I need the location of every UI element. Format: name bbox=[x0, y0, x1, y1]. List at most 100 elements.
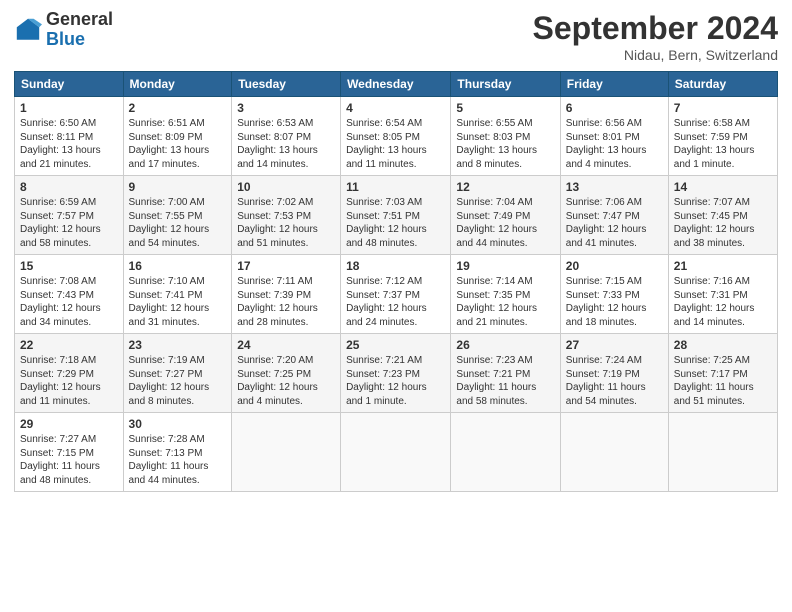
table-row bbox=[232, 413, 341, 492]
day-info: Sunrise: 7:25 AM Sunset: 7:17 PM Dayligh… bbox=[674, 354, 772, 408]
day-info: Sunrise: 7:10 AM Sunset: 7:41 PM Dayligh… bbox=[129, 275, 227, 329]
table-row: 4Sunrise: 6:54 AM Sunset: 8:05 PM Daylig… bbox=[341, 97, 451, 176]
table-row: 30 Sunrise: 7:28 AM Sunset: 7:13 PM Dayli… bbox=[123, 413, 232, 492]
table-row: 22 Sunrise: 7:18 AM Sunset: 7:29 PM Dayli… bbox=[15, 334, 124, 413]
table-row: 10 Sunrise: 7:02 AM Sunset: 7:53 PM Dayli… bbox=[232, 176, 341, 255]
day-number: 1 bbox=[20, 101, 118, 115]
day-info: Sunrise: 7:02 AM Sunset: 7:53 PM Dayligh… bbox=[237, 196, 335, 250]
day-number: 19 bbox=[456, 259, 554, 273]
table-row: 25Sunrise: 7:21 AM Sunset: 7:23 PM Dayli… bbox=[341, 334, 451, 413]
day-info: Sunrise: 7:11 AM Sunset: 7:39 PM Dayligh… bbox=[237, 275, 335, 329]
day-info: Sunrise: 6:56 AM Sunset: 8:01 PM Dayligh… bbox=[566, 117, 663, 171]
header: General Blue September 2024 Nidau, Bern,… bbox=[14, 10, 778, 63]
day-info: Sunrise: 7:20 AM Sunset: 7:25 PM Dayligh… bbox=[237, 354, 335, 408]
day-number: 11 bbox=[346, 180, 445, 194]
table-row: 21Sunrise: 7:16 AM Sunset: 7:31 PM Dayli… bbox=[668, 255, 777, 334]
day-number: 6 bbox=[566, 101, 663, 115]
day-number: 2 bbox=[129, 101, 227, 115]
day-number: 9 bbox=[129, 180, 227, 194]
table-row: 13 Sunrise: 7:06 AM Sunset: 7:47 PM Dayli… bbox=[560, 176, 668, 255]
table-row: 19 Sunrise: 7:14 AM Sunset: 7:35 PM Dayli… bbox=[451, 255, 560, 334]
day-number: 15 bbox=[20, 259, 118, 273]
day-info: Sunrise: 7:24 AM Sunset: 7:19 PM Dayligh… bbox=[566, 354, 663, 408]
logo-general-text: General bbox=[46, 10, 113, 30]
day-info: Sunrise: 7:21 AM Sunset: 7:23 PM Dayligh… bbox=[346, 354, 445, 408]
day-number: 8 bbox=[20, 180, 118, 194]
day-info: Sunrise: 7:28 AM Sunset: 7:13 PM Dayligh… bbox=[129, 433, 227, 487]
table-row bbox=[560, 413, 668, 492]
table-row: 6 Sunrise: 6:56 AM Sunset: 8:01 PM Daylig… bbox=[560, 97, 668, 176]
calendar-week-row: 1Sunrise: 6:50 AM Sunset: 8:11 PM Daylig… bbox=[15, 97, 778, 176]
day-info: Sunrise: 7:23 AM Sunset: 7:21 PM Dayligh… bbox=[456, 354, 554, 408]
day-info: Sunrise: 6:53 AM Sunset: 8:07 PM Dayligh… bbox=[237, 117, 335, 171]
day-number: 18 bbox=[346, 259, 445, 273]
table-row: 20Sunrise: 7:15 AM Sunset: 7:33 PM Dayli… bbox=[560, 255, 668, 334]
calendar-week-row: 22 Sunrise: 7:18 AM Sunset: 7:29 PM Dayli… bbox=[15, 334, 778, 413]
table-row: 23 Sunrise: 7:19 AM Sunset: 7:27 PM Dayli… bbox=[123, 334, 232, 413]
day-number: 13 bbox=[566, 180, 663, 194]
day-info: Sunrise: 6:58 AM Sunset: 7:59 PM Dayligh… bbox=[674, 117, 772, 171]
day-info: Sunrise: 7:18 AM Sunset: 7:29 PM Dayligh… bbox=[20, 354, 118, 408]
title-block: September 2024 Nidau, Bern, Switzerland bbox=[533, 10, 778, 63]
table-row bbox=[668, 413, 777, 492]
day-info: Sunrise: 6:59 AM Sunset: 7:57 PM Dayligh… bbox=[20, 196, 118, 250]
table-row: 24 Sunrise: 7:20 AM Sunset: 7:25 PM Dayli… bbox=[232, 334, 341, 413]
day-number: 29 bbox=[20, 417, 118, 431]
day-number: 14 bbox=[674, 180, 772, 194]
table-row: 16 Sunrise: 7:10 AM Sunset: 7:41 PM Dayli… bbox=[123, 255, 232, 334]
day-number: 17 bbox=[237, 259, 335, 273]
day-number: 27 bbox=[566, 338, 663, 352]
col-monday: Monday bbox=[123, 72, 232, 97]
day-info: Sunrise: 7:04 AM Sunset: 7:49 PM Dayligh… bbox=[456, 196, 554, 250]
table-row bbox=[451, 413, 560, 492]
table-row: 11 Sunrise: 7:03 AM Sunset: 7:51 PM Dayli… bbox=[341, 176, 451, 255]
col-tuesday: Tuesday bbox=[232, 72, 341, 97]
location-title: Nidau, Bern, Switzerland bbox=[533, 47, 778, 63]
col-wednesday: Wednesday bbox=[341, 72, 451, 97]
day-info: Sunrise: 7:19 AM Sunset: 7:27 PM Dayligh… bbox=[129, 354, 227, 408]
day-info: Sunrise: 6:55 AM Sunset: 8:03 PM Dayligh… bbox=[456, 117, 554, 171]
table-row: 26 Sunrise: 7:23 AM Sunset: 7:21 PM Dayli… bbox=[451, 334, 560, 413]
day-number: 16 bbox=[129, 259, 227, 273]
day-number: 22 bbox=[20, 338, 118, 352]
day-number: 3 bbox=[237, 101, 335, 115]
day-info: Sunrise: 7:03 AM Sunset: 7:51 PM Dayligh… bbox=[346, 196, 445, 250]
day-number: 26 bbox=[456, 338, 554, 352]
logo-icon bbox=[14, 16, 42, 44]
day-info: Sunrise: 6:54 AM Sunset: 8:05 PM Dayligh… bbox=[346, 117, 445, 171]
table-row bbox=[341, 413, 451, 492]
col-friday: Friday bbox=[560, 72, 668, 97]
day-number: 24 bbox=[237, 338, 335, 352]
calendar-header-row: Sunday Monday Tuesday Wednesday Thursday… bbox=[15, 72, 778, 97]
table-row: 7Sunrise: 6:58 AM Sunset: 7:59 PM Daylig… bbox=[668, 97, 777, 176]
day-number: 23 bbox=[129, 338, 227, 352]
table-row: 1Sunrise: 6:50 AM Sunset: 8:11 PM Daylig… bbox=[15, 97, 124, 176]
day-info: Sunrise: 7:15 AM Sunset: 7:33 PM Dayligh… bbox=[566, 275, 663, 329]
table-row: 18Sunrise: 7:12 AM Sunset: 7:37 PM Dayli… bbox=[341, 255, 451, 334]
day-info: Sunrise: 7:14 AM Sunset: 7:35 PM Dayligh… bbox=[456, 275, 554, 329]
table-row: 28 Sunrise: 7:25 AM Sunset: 7:17 PM Dayli… bbox=[668, 334, 777, 413]
day-info: Sunrise: 7:00 AM Sunset: 7:55 PM Dayligh… bbox=[129, 196, 227, 250]
table-row: 9 Sunrise: 7:00 AM Sunset: 7:55 PM Daylig… bbox=[123, 176, 232, 255]
table-row: 15 Sunrise: 7:08 AM Sunset: 7:43 PM Dayli… bbox=[15, 255, 124, 334]
day-number: 30 bbox=[129, 417, 227, 431]
logo-text: General Blue bbox=[46, 10, 113, 50]
day-info: Sunrise: 7:06 AM Sunset: 7:47 PM Dayligh… bbox=[566, 196, 663, 250]
table-row: 5 Sunrise: 6:55 AM Sunset: 8:03 PM Daylig… bbox=[451, 97, 560, 176]
table-row: 3 Sunrise: 6:53 AM Sunset: 8:07 PM Daylig… bbox=[232, 97, 341, 176]
day-number: 21 bbox=[674, 259, 772, 273]
page: General Blue September 2024 Nidau, Bern,… bbox=[0, 0, 792, 612]
day-info: Sunrise: 7:08 AM Sunset: 7:43 PM Dayligh… bbox=[20, 275, 118, 329]
day-number: 12 bbox=[456, 180, 554, 194]
calendar-week-row: 29Sunrise: 7:27 AM Sunset: 7:15 PM Dayli… bbox=[15, 413, 778, 492]
month-title: September 2024 bbox=[533, 10, 778, 47]
col-sunday: Sunday bbox=[15, 72, 124, 97]
calendar-week-row: 15 Sunrise: 7:08 AM Sunset: 7:43 PM Dayli… bbox=[15, 255, 778, 334]
day-number: 5 bbox=[456, 101, 554, 115]
table-row: 17 Sunrise: 7:11 AM Sunset: 7:39 PM Dayli… bbox=[232, 255, 341, 334]
day-info: Sunrise: 7:07 AM Sunset: 7:45 PM Dayligh… bbox=[674, 196, 772, 250]
day-number: 10 bbox=[237, 180, 335, 194]
calendar-table: Sunday Monday Tuesday Wednesday Thursday… bbox=[14, 71, 778, 492]
day-number: 28 bbox=[674, 338, 772, 352]
table-row: 27 Sunrise: 7:24 AM Sunset: 7:19 PM Dayli… bbox=[560, 334, 668, 413]
